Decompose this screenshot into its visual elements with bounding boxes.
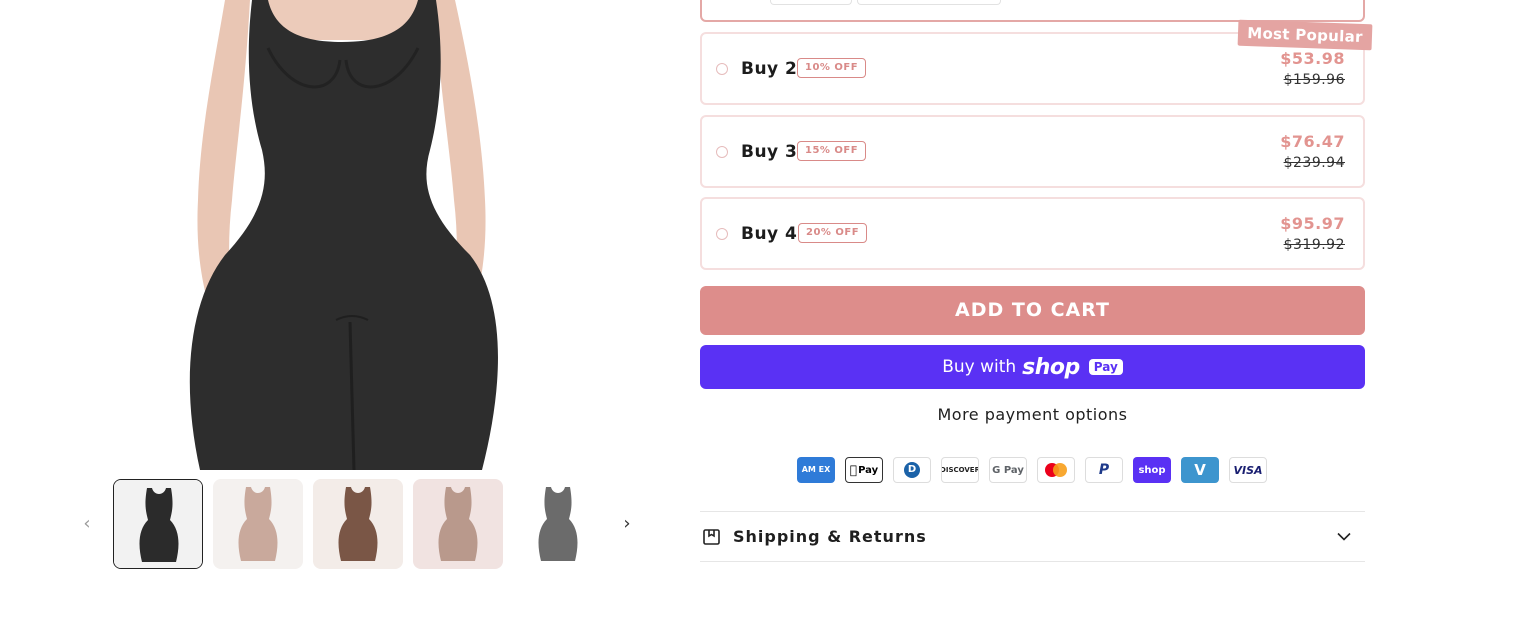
accordion-title: Shipping & Returns <box>733 527 927 546</box>
option-name: Buy 2 <box>741 59 798 79</box>
shipping-returns-accordion[interactable]: Shipping & Returns <box>700 512 1365 561</box>
discount-badge: 20% OFF <box>798 223 868 243</box>
product-main-image[interactable] <box>0 0 680 470</box>
most-popular-ribbon: Most Popular <box>1237 19 1373 51</box>
variant-select[interactable] <box>857 0 1001 5</box>
diners-label: D <box>904 462 920 478</box>
thumbnail-5[interactable] <box>513 479 599 569</box>
option-price: $53.98 <box>1280 49 1345 68</box>
google-pay-label: G Pay <box>992 464 1024 476</box>
venmo-icon: V <box>1181 457 1219 483</box>
thumbnail-image <box>513 479 599 569</box>
thumbnail-3[interactable] <box>313 479 403 569</box>
bundle-option-buy-4[interactable]: Buy 4 20% OFF $95.97 $319.92 <box>700 197 1365 270</box>
option-compare-price: $239.94 <box>1283 155 1345 171</box>
discount-badge: 15% OFF <box>797 141 867 161</box>
radio-button[interactable] <box>716 146 728 158</box>
thumbnail-1[interactable] <box>113 479 203 569</box>
shop-pay-logo: shop <box>1022 354 1080 380</box>
option-compare-price: $319.92 <box>1283 237 1345 253</box>
mastercard-icon <box>1037 457 1075 483</box>
shop-pay-icon: shop <box>1133 457 1171 483</box>
paypal-label: P <box>1098 462 1110 478</box>
chevron-down-icon <box>1337 532 1351 541</box>
carousel-prev-button[interactable]: ‹ <box>72 508 102 538</box>
more-payment-options-link[interactable]: More payment options <box>700 405 1365 424</box>
mastercard-circles-icon <box>1045 463 1067 477</box>
thumbnail-image <box>413 479 503 569</box>
bodysuit-image <box>0 0 680 470</box>
american-express-icon: AM EX <box>797 457 835 483</box>
google-pay-icon: G Pay <box>989 457 1027 483</box>
thumbnail-image <box>114 480 202 568</box>
thumbnail-4[interactable] <box>413 479 503 569</box>
buy-with-shop-pay-button[interactable]: Buy with shop Pay <box>700 345 1365 389</box>
diners-club-icon: D <box>893 457 931 483</box>
discount-badge: 10% OFF <box>797 58 867 78</box>
divider <box>700 561 1365 562</box>
chevron-right-icon: › <box>623 512 631 534</box>
thumbnail-image <box>213 479 303 569</box>
option-name: Buy 4 <box>741 224 798 244</box>
shop-pay-pill: Pay <box>1088 359 1123 375</box>
paypal-icon: P <box>1085 457 1123 483</box>
bundle-option-buy-3[interactable]: Buy 3 15% OFF $76.47 $239.94 <box>700 115 1365 188</box>
thumbnail-2[interactable] <box>213 479 303 569</box>
chevron-left-icon: ‹ <box>83 512 91 534</box>
visa-icon: VISA <box>1229 457 1267 483</box>
option-name: Buy 3 <box>741 142 798 162</box>
apple-pay-icon: Pay <box>845 457 883 483</box>
carousel-next-button[interactable]: › <box>612 508 642 538</box>
thumbnail-list <box>113 478 599 570</box>
option-compare-price: $159.96 <box>1283 72 1345 88</box>
option-price: $76.47 <box>1280 132 1345 151</box>
thumbnail-image <box>313 479 403 569</box>
amex-label: AM EX <box>801 465 831 474</box>
thumbnail-carousel: ‹ › <box>70 478 650 570</box>
buy-with-label: Buy with <box>942 357 1017 377</box>
package-icon <box>703 529 720 545</box>
radio-button[interactable] <box>716 63 728 75</box>
option-price: $95.97 <box>1280 214 1345 233</box>
variant-select[interactable] <box>770 0 852 5</box>
discover-icon: DISCOVER <box>941 457 979 483</box>
venmo-label: V <box>1194 461 1206 479</box>
apple-pay-label: Pay <box>854 464 878 476</box>
discover-label: DISCOVER <box>941 466 979 474</box>
bundle-option-buy-1[interactable] <box>700 0 1365 22</box>
radio-button[interactable] <box>716 228 728 240</box>
shop-pay-icon-label: shop <box>1138 464 1166 476</box>
add-to-cart-button[interactable]: ADD TO CART <box>700 286 1365 335</box>
visa-label: VISA <box>1233 463 1263 477</box>
